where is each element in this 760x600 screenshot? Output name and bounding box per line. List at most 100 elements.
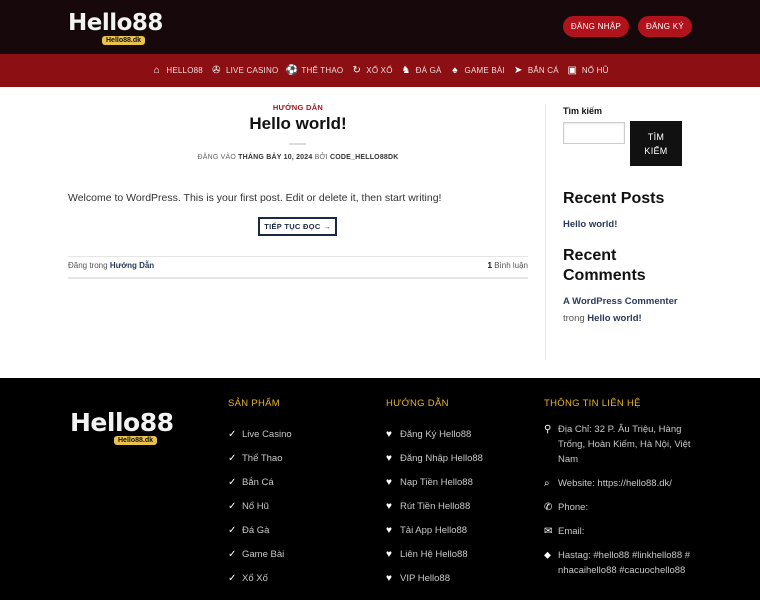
post-category[interactable]: HƯỚNG DẪN: [68, 103, 528, 112]
contact-address-text: Địa Chỉ: 32 P. Âu Triệu, Hàng Trống, Hoà…: [558, 424, 691, 465]
list-item-label: VIP Hello88: [400, 572, 450, 584]
list-item[interactable]: ♥ VIP Hello88: [386, 566, 483, 590]
nav-label: GAME BÀI: [464, 66, 505, 75]
list-item-label: Live Casino: [242, 428, 292, 440]
heart-icon: ♥: [386, 428, 392, 440]
comment-author-link[interactable]: A WordPress Commenter: [563, 296, 678, 307]
post-excerpt: Welcome to WordPress. This is your first…: [68, 192, 442, 204]
check-icon: ✓: [228, 548, 237, 560]
nav-item-hello88[interactable]: ⌂ HELLO88: [151, 65, 203, 76]
list-item[interactable]: ✓ Đá Gà: [228, 518, 292, 542]
comments-link[interactable]: 1 Bình luận: [488, 261, 529, 270]
location-icon: ⚲: [544, 424, 552, 435]
meta-by: BỞI: [314, 154, 328, 161]
comment-meta: trong Hello world!: [563, 313, 642, 324]
site-logo[interactable]: Hello88 Hello88.dk: [68, 10, 163, 46]
read-more-button[interactable]: TIẾP TỤC ĐỌC →: [258, 217, 337, 236]
nav-label: BẮN CÁ: [527, 66, 559, 75]
search-button[interactable]: TÌM KIẾM: [630, 121, 682, 166]
chip-icon: ✇: [212, 65, 221, 76]
logo-text: Hello88: [68, 10, 163, 36]
posted-in-label: Đăng trong: [68, 261, 108, 270]
slot-icon: ▣: [567, 65, 578, 76]
products-heading: SẢN PHẨM: [228, 398, 281, 409]
meta-author[interactable]: CODE_HELLO88DK: [330, 154, 399, 161]
recent-posts-heading: Recent Posts: [563, 190, 665, 207]
nav-item-game-bai[interactable]: ♠ GAME BÀI: [450, 65, 505, 76]
list-item[interactable]: ♥ Nạp Tiền Hello88: [386, 470, 483, 494]
search-button-line2: KIẾM: [644, 145, 668, 156]
home-icon: ⌂: [153, 65, 161, 76]
heart-icon: ♥: [386, 500, 392, 512]
post-title[interactable]: Hello world!: [68, 114, 528, 134]
comments-count: 1: [487, 261, 492, 270]
list-item-label: Tải App Hello88: [400, 524, 468, 536]
list-item[interactable]: ✓ Game Bài: [228, 542, 292, 566]
products-list: ✓ Live Casino ✓ Thể Thao ✓ Bắn Cá ✓ Nổ Hũ ✓ Đ…: [228, 422, 292, 590]
footer-logo[interactable]: Hello88 Hello88.dk: [70, 408, 174, 448]
chat-icon: ✉: [544, 526, 553, 537]
meta-date[interactable]: THÁNG BẢY 10, 2024: [238, 154, 312, 161]
nav-item-live-casino[interactable]: ✇ LIVE CASINO: [211, 65, 278, 76]
recent-comments-heading-2: Comments: [563, 267, 646, 284]
list-item-label: Rút Tiền Hello88: [400, 500, 471, 512]
contact-list: ⚲ Địa Chỉ: 32 P. Âu Triệu, Hàng Trống, Ho…: [544, 422, 694, 578]
list-item[interactable]: ♥ Đăng Nhập Hello88: [386, 446, 483, 470]
list-item[interactable]: ✓ Nổ Hũ: [228, 494, 292, 518]
cards-icon: ♠: [452, 65, 458, 76]
list-item[interactable]: ✓ Xổ Xố: [228, 566, 292, 590]
comment-in: trong: [563, 313, 585, 324]
check-icon: ✓: [228, 428, 237, 440]
meta-prefix: ĐĂNG VÀO: [197, 154, 237, 161]
register-button[interactable]: ĐĂNG KÝ: [638, 16, 692, 37]
fish-icon: ➤: [514, 65, 523, 76]
contact-website-text: Website: https://hello88.dk/: [558, 478, 672, 489]
contact-heading: THÔNG TIN LIÊN HỆ: [544, 398, 641, 409]
top-header: Hello88 Hello88.dk ĐĂNG NHẬP ĐĂNG KÝ: [0, 0, 760, 54]
list-item-label: Thể Thao: [242, 452, 283, 464]
comments-label: Bình luận: [494, 261, 528, 270]
list-item-label: Nạp Tiền Hello88: [400, 476, 473, 488]
list-item[interactable]: ✓ Bắn Cá: [228, 470, 292, 494]
nav-item-xo-xo[interactable]: ↻ XỔ XỐ: [351, 65, 393, 76]
search-input[interactable]: [563, 122, 625, 144]
sidebar-divider: [545, 104, 546, 360]
list-item[interactable]: ✓ Thể Thao: [228, 446, 292, 470]
contact-phone[interactable]: ✆ Phone:: [544, 500, 694, 515]
phone-icon: ✆: [544, 502, 553, 513]
footer-contact: THÔNG TIN LIÊN HỆ ⚲ Địa Chỉ: 32 P. Âu Tri…: [544, 398, 694, 587]
nav-item-no-hu[interactable]: ▣ NỔ HŨ: [567, 65, 609, 76]
site-footer: Hello88 Hello88.dk SẢN PHẨM ✓ Live Casino…: [0, 378, 760, 600]
list-item[interactable]: ♥ Liên Hệ Hello88: [386, 542, 483, 566]
nav-item-the-thao[interactable]: ⚽ THỂ THAO: [285, 65, 344, 76]
list-item-label: Bắn Cá: [242, 476, 274, 488]
recent-post-link[interactable]: Hello world!: [563, 219, 617, 230]
contact-website[interactable]: ⌕ Website: https://hello88.dk/: [544, 476, 694, 491]
comment-post-link[interactable]: Hello world!: [587, 313, 641, 324]
login-button[interactable]: ĐĂNG NHẬP: [563, 16, 629, 37]
nav-label: ĐÁ GÀ: [415, 66, 442, 75]
search-button-line1: TÌM: [647, 131, 665, 142]
nav-item-da-ga[interactable]: ♞ ĐÁ GÀ: [401, 65, 442, 76]
list-item-label: Xổ Xố: [242, 572, 268, 584]
nav-item-ban-ca[interactable]: ➤ BẮN CÁ: [513, 65, 559, 76]
contact-email[interactable]: ✉ Email:: [544, 524, 694, 539]
list-item[interactable]: ♥ Rút Tiền Hello88: [386, 494, 483, 518]
list-item[interactable]: ✓ Live Casino: [228, 422, 292, 446]
heart-icon: ♥: [386, 452, 392, 464]
check-icon: ✓: [228, 572, 237, 584]
posted-in-category[interactable]: Hướng Dẫn: [110, 261, 154, 270]
contact-phone-text: Phone:: [558, 502, 589, 513]
ball-icon: ⚽: [285, 65, 299, 76]
footer-guides: HƯỚNG DẪN ♥ Đăng Ký Hello88 ♥ Đăng Nhập He…: [386, 398, 483, 590]
nav-label: HELLO88: [166, 66, 203, 75]
footer-products: SẢN PHẨM ✓ Live Casino ✓ Thể Thao ✓ Bắn Cá …: [228, 398, 292, 590]
check-icon: ✓: [228, 500, 237, 512]
list-item[interactable]: ♥ Đăng Ký Hello88: [386, 422, 483, 446]
nav-label: LIVE CASINO: [225, 66, 279, 75]
post-footer-divider: [68, 256, 528, 257]
list-item-label: Đăng Nhập Hello88: [400, 452, 483, 464]
list-item[interactable]: ♥ Tải App Hello88: [386, 518, 483, 542]
lottery-icon: ↻: [352, 65, 362, 76]
contact-address: ⚲ Địa Chỉ: 32 P. Âu Triệu, Hàng Trống, Ho…: [544, 422, 694, 467]
